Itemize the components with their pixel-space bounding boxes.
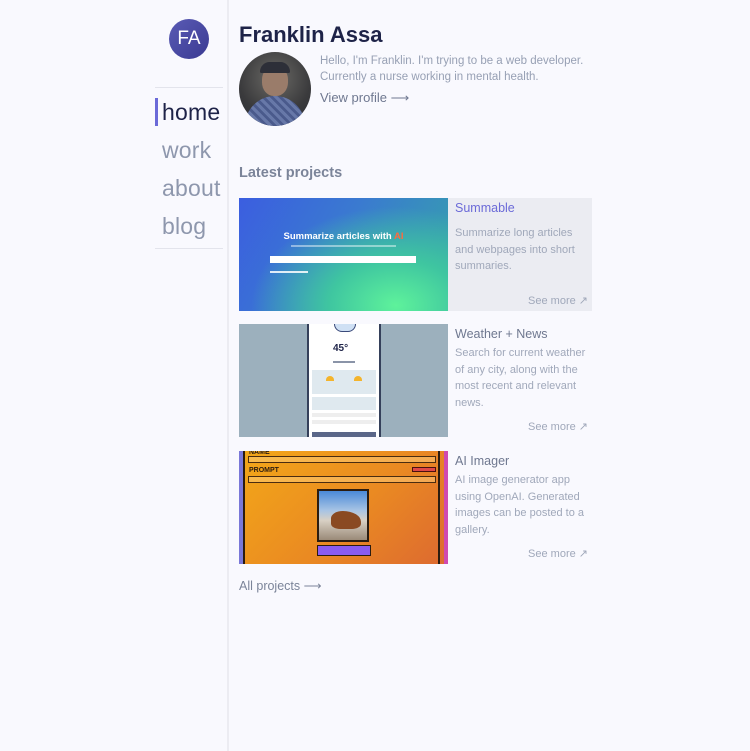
see-more-link[interactable]: See more ↗ — [528, 294, 588, 307]
profile-photo — [239, 52, 311, 126]
thumb-surprise-button — [412, 467, 436, 472]
project-info: Summable Summarize long articles and web… — [455, 198, 592, 311]
all-projects-link[interactable]: All projects ⟶ — [239, 578, 322, 593]
nav-item-work[interactable]: work — [155, 131, 225, 169]
thumb-phone-mockup: 45° — [307, 324, 381, 437]
dinosaur-figure — [331, 511, 361, 529]
project-thumbnail[interactable]: NAME PROMPT — [239, 451, 448, 564]
nav-item-home[interactable]: home — [155, 93, 225, 131]
project-thumbnail[interactable]: 45° — [239, 324, 448, 437]
thumb-prompt-input — [248, 476, 436, 483]
thumb-temperature: 45° — [333, 343, 349, 354]
project-card-weather-news[interactable]: 45° Weather + News Search for current we… — [239, 324, 592, 437]
sidebar: FA home work about blog — [0, 0, 229, 751]
project-description: Summarize long articles and webpages int… — [455, 227, 575, 272]
photo-shirt — [245, 96, 305, 126]
project-card-summable[interactable]: Summarize articles with AI Summable Summ… — [239, 198, 592, 311]
sidebar-divider-bottom — [155, 248, 223, 249]
profile-bio: Hello, I'm Franklin. I'm trying to be a … — [320, 55, 584, 83]
project-card-ai-imager[interactable]: NAME PROMPT AI Imager AI image generator… — [239, 451, 592, 564]
thumb-news-image — [312, 432, 376, 437]
project-info: AI Imager AI image generator app using O… — [455, 451, 592, 564]
nav-item-blog[interactable]: blog — [155, 207, 225, 245]
thumb-heading: Summarize articles with AI — [239, 231, 448, 242]
project-info: Weather + News Search for current weathe… — [455, 324, 592, 437]
sunrise-icon — [326, 376, 334, 381]
profile-name: Franklin Assa — [239, 22, 383, 47]
thumb-heading-text: Summarize articles with — [283, 231, 395, 242]
thumb-subtitle — [291, 245, 396, 247]
thumb-stats-box — [312, 397, 376, 410]
thumb-sun-box — [312, 370, 376, 394]
thumb-url-input — [270, 256, 416, 263]
project-title[interactable]: AI Imager — [455, 454, 509, 468]
thumb-heading-accent: AI — [394, 231, 404, 242]
see-more-link[interactable]: See more ↗ — [528, 420, 588, 433]
nav-item-about[interactable]: about — [155, 169, 225, 207]
project-description: Search for current weather of any city, … — [455, 347, 586, 409]
project-description: AI image generator app using OpenAI. Gen… — [455, 474, 585, 536]
view-profile-link[interactable]: View profile ⟶ — [320, 90, 409, 106]
sidebar-divider-top — [155, 87, 223, 88]
project-title[interactable]: Weather + News — [455, 327, 548, 341]
initials-avatar[interactable]: FA — [169, 19, 209, 59]
thumb-generate-button — [317, 545, 371, 556]
photo-cap — [260, 62, 290, 73]
latest-projects-heading: Latest projects — [239, 165, 343, 181]
main-nav: home work about blog — [155, 93, 225, 245]
thumb-news-line — [312, 413, 376, 417]
project-title[interactable]: Summable — [455, 201, 515, 215]
thumb-prompt-label: PROMPT — [249, 467, 279, 474]
thumb-name-input — [248, 456, 436, 463]
thumb-history-label — [270, 271, 308, 273]
thumb-condition — [333, 361, 355, 363]
thumb-news-line — [312, 420, 376, 424]
sunset-icon — [354, 376, 362, 381]
see-more-link[interactable]: See more ↗ — [528, 547, 588, 560]
rain-cloud-icon — [334, 324, 356, 332]
thumb-generated-image — [317, 489, 369, 542]
project-thumbnail[interactable]: Summarize articles with AI — [239, 198, 448, 311]
